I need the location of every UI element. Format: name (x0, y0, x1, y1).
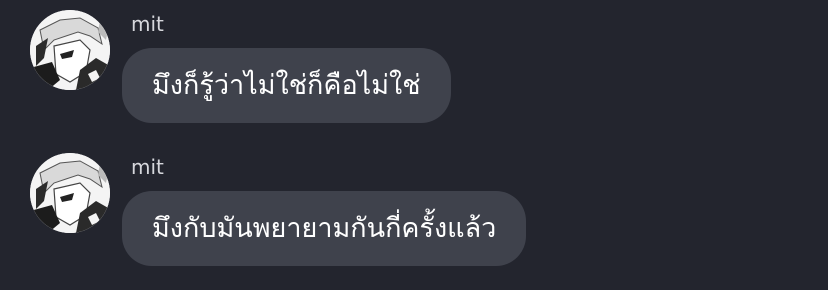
avatar-icon[interactable] (30, 153, 110, 233)
message-bubble[interactable]: มึงกับมันพยายามกันกี่ครั้งแล้ว (122, 191, 527, 266)
message-text: มึงกับมันพยายามกันกี่ครั้งแล้ว (152, 213, 497, 244)
chat-view: { "messages": [ { "sender": "mit", "avat… (0, 0, 828, 290)
message-group: mit มึงกับมันพยายามกันกี่ครั้งแล้ว (0, 0, 828, 290)
sender-name: mit (131, 155, 164, 179)
